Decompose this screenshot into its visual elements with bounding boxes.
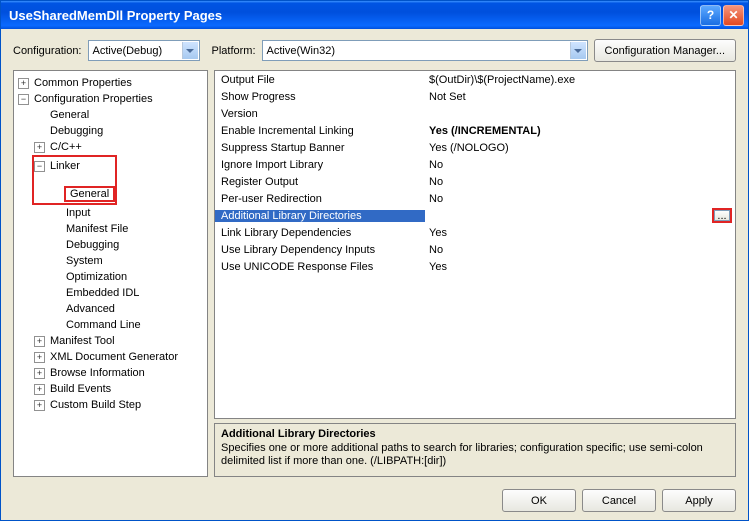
chevron-down-icon[interactable]	[182, 42, 198, 59]
tree-node-common[interactable]: +Common Properties	[16, 75, 205, 91]
property-row[interactable]: Enable Incremental LinkingYes (/INCREMEN…	[215, 122, 735, 139]
property-row[interactable]: Ignore Import LibraryNo	[215, 156, 735, 173]
property-name: Enable Incremental Linking	[215, 125, 425, 137]
apply-button[interactable]: Apply	[662, 489, 736, 512]
tree-node-linker-system[interactable]: System	[16, 253, 205, 269]
tree-node-general[interactable]: General	[16, 107, 205, 123]
property-value[interactable]: Yes (/INCREMENTAL)	[425, 125, 735, 137]
close-button[interactable]: ✕	[723, 5, 744, 26]
tree-panel[interactable]: +Common Properties −Configuration Proper…	[13, 70, 208, 477]
configuration-label: Configuration:	[13, 45, 82, 57]
property-name: Additional Library Directories	[215, 210, 425, 222]
property-value[interactable]: Yes	[425, 227, 735, 239]
browse-button[interactable]: ...	[714, 210, 730, 221]
chevron-down-icon[interactable]	[570, 42, 586, 59]
tree-node-debugging[interactable]: Debugging	[16, 123, 205, 139]
property-value[interactable]: No	[425, 159, 735, 171]
platform-value: Active(Win32)	[267, 45, 335, 57]
tree-node-linker[interactable]: −Linker	[34, 158, 115, 174]
platform-label: Platform:	[212, 45, 256, 57]
property-row[interactable]: Link Library DependenciesYes	[215, 224, 735, 241]
property-row[interactable]: Output File$(OutDir)\$(ProjectName).exe	[215, 71, 735, 88]
tree-node-browse[interactable]: +Browse Information	[16, 365, 205, 381]
window-title: UseSharedMemDll Property Pages	[5, 8, 700, 23]
tree-node-manifest-tool[interactable]: +Manifest Tool	[16, 333, 205, 349]
property-name: Link Library Dependencies	[215, 227, 425, 239]
property-value[interactable]: Yes	[425, 261, 735, 273]
dialog-window: UseSharedMemDll Property Pages ? ✕ Confi…	[0, 0, 749, 521]
property-row[interactable]: Version	[215, 105, 735, 122]
tree-node-linker-manifest[interactable]: Manifest File	[16, 221, 205, 237]
description-box: Additional Library Directories Specifies…	[214, 423, 736, 477]
property-name: Register Output	[215, 176, 425, 188]
tree-node-linker-cmd[interactable]: Command Line	[16, 317, 205, 333]
property-value[interactable]: ...	[425, 208, 735, 223]
property-grid[interactable]: Output File$(OutDir)\$(ProjectName).exeS…	[214, 70, 736, 419]
property-name: Version	[215, 108, 425, 120]
tree-node-config[interactable]: −Configuration Properties	[16, 91, 205, 107]
linker-highlight-box: −Linker General	[32, 155, 117, 205]
ok-button[interactable]: OK	[502, 489, 576, 512]
titlebar: UseSharedMemDll Property Pages ? ✕	[1, 1, 748, 29]
tree-node-linker-general[interactable]: General	[34, 186, 115, 202]
dialog-buttons: OK Cancel Apply	[13, 485, 736, 512]
tree-node-linker-idl[interactable]: Embedded IDL	[16, 285, 205, 301]
property-name: Use UNICODE Response Files	[215, 261, 425, 273]
platform-combo[interactable]: Active(Win32)	[262, 40, 588, 61]
top-row: Configuration: Active(Debug) Platform: A…	[13, 39, 736, 62]
ellipsis-highlight: ...	[712, 208, 732, 223]
tree-node-linker-opt[interactable]: Optimization	[16, 269, 205, 285]
content-area: Configuration: Active(Debug) Platform: A…	[1, 29, 748, 520]
configuration-value: Active(Debug)	[93, 45, 163, 57]
property-value[interactable]: $(OutDir)\$(ProjectName).exe	[425, 74, 735, 86]
configuration-combo[interactable]: Active(Debug)	[88, 40, 200, 61]
property-name: Show Progress	[215, 91, 425, 103]
panels: +Common Properties −Configuration Proper…	[13, 70, 736, 477]
property-value[interactable]: Not Set	[425, 91, 735, 103]
description-title: Additional Library Directories	[221, 428, 729, 440]
tree-node-custom[interactable]: +Custom Build Step	[16, 397, 205, 413]
config-manager-button[interactable]: Configuration Manager...	[594, 39, 736, 62]
property-row[interactable]: Per-user RedirectionNo	[215, 190, 735, 207]
tree-node-linker-debug[interactable]: Debugging	[16, 237, 205, 253]
property-name: Output File	[215, 74, 425, 86]
property-row[interactable]: Use Library Dependency InputsNo	[215, 241, 735, 258]
property-name: Use Library Dependency Inputs	[215, 244, 425, 256]
property-row[interactable]: Suppress Startup BannerYes (/NOLOGO)	[215, 139, 735, 156]
property-value[interactable]: No	[425, 244, 735, 256]
tree-node-ccpp[interactable]: +C/C++	[16, 139, 205, 155]
config-manager-label: Configuration Manager...	[605, 45, 725, 57]
right-column: Output File$(OutDir)\$(ProjectName).exeS…	[214, 70, 736, 477]
property-name: Per-user Redirection	[215, 193, 425, 205]
property-row[interactable]: Additional Library Directories...	[215, 207, 735, 224]
titlebar-buttons: ? ✕	[700, 5, 744, 26]
property-row[interactable]: Show ProgressNot Set	[215, 88, 735, 105]
property-row[interactable]: Register OutputNo	[215, 173, 735, 190]
tree-node-xmldoc[interactable]: +XML Document Generator	[16, 349, 205, 365]
property-name: Ignore Import Library	[215, 159, 425, 171]
property-value[interactable]: No	[425, 176, 735, 188]
tree-node-linker-input[interactable]: Input	[16, 205, 205, 221]
help-button[interactable]: ?	[700, 5, 721, 26]
property-name: Suppress Startup Banner	[215, 142, 425, 154]
property-row[interactable]: Use UNICODE Response FilesYes	[215, 258, 735, 275]
property-value[interactable]: Yes (/NOLOGO)	[425, 142, 735, 154]
linker-highlight-outer: −Linker General	[16, 155, 205, 205]
tree-node-linker-adv[interactable]: Advanced	[16, 301, 205, 317]
description-text: Specifies one or more additional paths t…	[221, 442, 729, 468]
property-value[interactable]: No	[425, 193, 735, 205]
tree-node-buildev[interactable]: +Build Events	[16, 381, 205, 397]
cancel-button[interactable]: Cancel	[582, 489, 656, 512]
